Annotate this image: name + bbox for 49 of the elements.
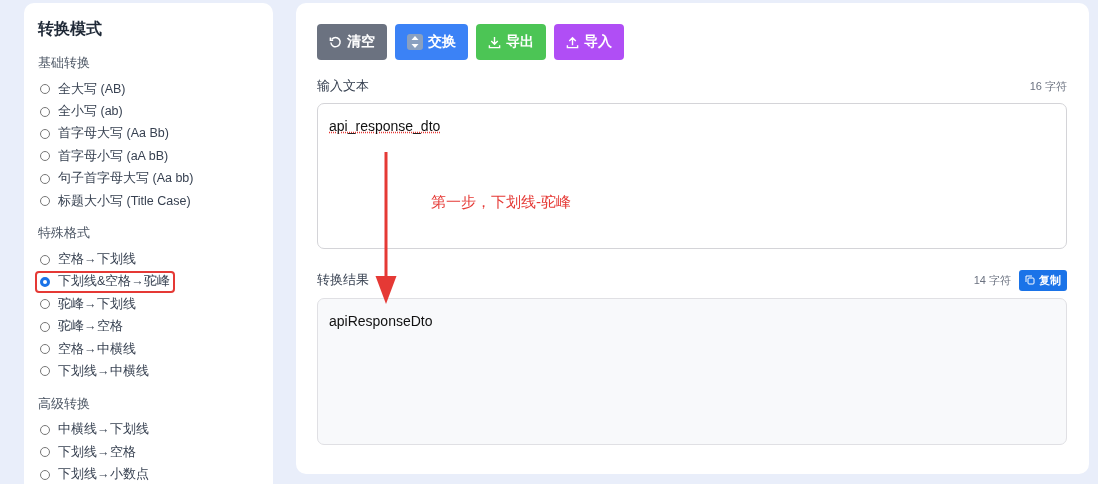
radio-button[interactable]: [40, 321, 50, 332]
radio-button[interactable]: [40, 173, 50, 184]
group-label: 特殊格式: [38, 224, 91, 243]
download-icon: [488, 35, 501, 49]
output-label: 转换结果: [317, 271, 369, 289]
input-label: 输入文本: [317, 77, 369, 95]
radio-option[interactable]: 下划线→中横线: [35, 360, 154, 383]
radio-option[interactable]: 全小写 (ab): [35, 100, 128, 123]
radio-button[interactable]: [40, 128, 50, 139]
radio-button[interactable]: [40, 254, 50, 265]
radio-button[interactable]: [40, 344, 50, 355]
radio-option[interactable]: 驼峰→空格: [35, 315, 128, 338]
radio-button[interactable]: [40, 424, 50, 435]
radio-option[interactable]: 句子首字母大写 (Aa bb): [35, 167, 199, 190]
radio-option[interactable]: 全大写 (AB): [35, 78, 131, 101]
copy-button[interactable]: 复制: [1019, 269, 1067, 291]
output-textarea: apiResponseDto: [317, 298, 1067, 445]
radio-option[interactable]: 标题大小写 (Title Case): [35, 189, 196, 213]
swap-icon: [407, 34, 423, 50]
toolbar-button[interactable]: 交换: [395, 24, 468, 60]
toolbar-button[interactable]: 清空: [317, 24, 387, 60]
radio-option[interactable]: 下划线&空格→驼峰: [35, 270, 175, 294]
char-count: 14 字符: [973, 272, 1011, 288]
upload-icon: [566, 35, 579, 49]
radio-button[interactable]: [40, 469, 50, 480]
group-label: 基础转换: [38, 54, 91, 72]
copy-icon: [1025, 275, 1035, 285]
radio-button[interactable]: [40, 84, 50, 95]
toolbar-button[interactable]: 导入: [554, 24, 624, 60]
radio-button[interactable]: [40, 151, 50, 162]
radio-button[interactable]: [40, 366, 50, 377]
radio-option[interactable]: 空格→中横线: [35, 337, 141, 361]
radio-button[interactable]: [40, 196, 50, 207]
radio-option[interactable]: 下划线→空格: [35, 441, 141, 464]
radio-option[interactable]: 中横线→下划线: [35, 418, 154, 442]
char-count: 16 字符: [1029, 78, 1067, 94]
radio-option[interactable]: 驼峰→下划线: [35, 293, 141, 316]
radio-option[interactable]: 首字母大写 (Aa Bb): [35, 122, 174, 146]
radio-button[interactable]: [40, 299, 50, 310]
radio-button[interactable]: [40, 276, 50, 287]
radio-option[interactable]: 首字母小写 (aA bB): [35, 145, 174, 168]
radio-option[interactable]: 下划线→小数点: [35, 463, 154, 484]
annotation-text: 第一步，下划线-驼峰: [431, 193, 571, 212]
radio-button[interactable]: [40, 106, 50, 117]
reset-icon: [329, 35, 342, 49]
radio-button[interactable]: [40, 447, 50, 458]
group-label: 高级转换: [38, 394, 91, 413]
radio-option[interactable]: 空格→下划线: [35, 248, 141, 271]
sidebar-title: 转换模式: [38, 19, 103, 39]
